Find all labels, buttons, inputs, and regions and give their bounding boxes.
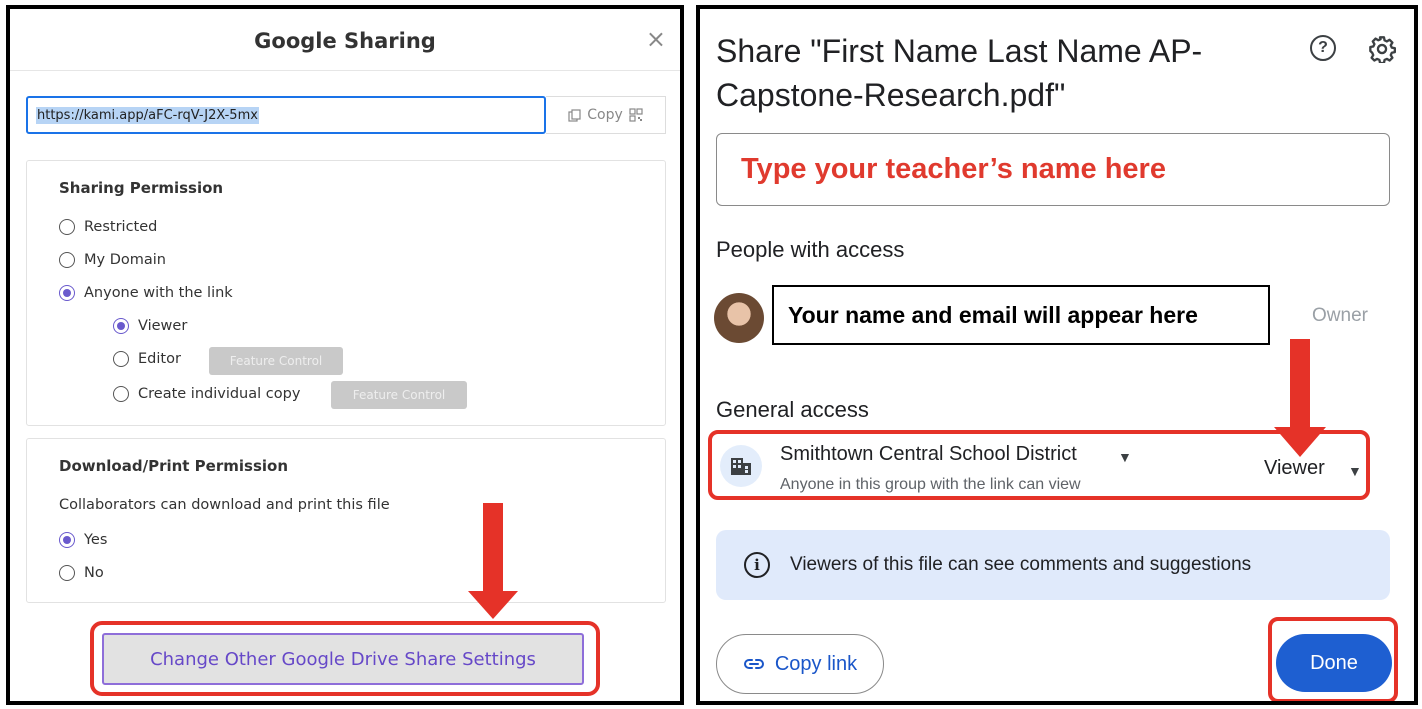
feature-control-button-copy[interactable]: Feature Control [331,381,467,409]
radio-label: Restricted [84,219,158,235]
dropdown-caret-icon[interactable]: ▼ [1118,449,1132,465]
radio-button[interactable] [59,252,75,268]
general-access-role-select[interactable]: Viewer [1264,457,1325,480]
link-icon [743,659,764,669]
radio-label: Viewer [138,318,188,334]
google-drive-share-dialog: Share "First Name Last Name AP-Capstone-… [696,5,1418,705]
radio-button-selected[interactable] [59,532,75,548]
copy-button-label: Copy [587,107,623,123]
radio-button-selected[interactable] [113,318,129,334]
dropdown-caret-icon[interactable]: ▼ [1348,463,1362,479]
radio-restricted[interactable]: Restricted [59,219,157,235]
download-permission-description: Collaborators can download and print thi… [59,497,390,513]
radio-label: Yes [84,532,108,548]
download-print-permission-section: Download/Print Permission Collaborators … [26,438,666,603]
radio-label: Create individual copy [138,386,301,402]
copy-link-label: Copy link [774,652,858,675]
sharing-permission-section: Sharing Permission Restricted My Domain … [26,160,666,426]
radio-button[interactable] [59,565,75,581]
radio-button[interactable] [113,351,129,367]
radio-button[interactable] [113,386,129,402]
share-link-input[interactable]: https://kami.app/aFC-rqV-J2X-5mx [26,96,546,134]
add-people-hint: Type your teacher’s name here [741,153,1166,185]
help-icon[interactable]: ? [1310,35,1336,61]
radio-label: No [84,565,104,581]
change-drive-share-settings-button[interactable]: Change Other Google Drive Share Settings [102,633,584,685]
avatar [714,293,764,343]
general-access-group-select[interactable]: Smithtown Central School District [780,443,1077,466]
radio-editor[interactable]: Editor [113,351,181,367]
general-access-description: Anyone in this group with the link can v… [780,476,1081,493]
info-banner: i Viewers of this file can see comments … [716,530,1390,600]
copy-link-button[interactable]: Copy link [716,634,884,694]
radio-label: Anyone with the link [84,285,233,301]
radio-button-selected[interactable] [59,285,75,301]
dialog-header: Google Sharing × [10,9,680,71]
info-icon: i [744,552,770,578]
radio-my-domain[interactable]: My Domain [59,252,166,268]
owner-name-box: Your name and email will appear here [772,285,1270,345]
share-link-row: https://kami.app/aFC-rqV-J2X-5mx Copy [26,96,666,134]
annotation-arrow-down [468,503,518,621]
radio-label: Editor [138,351,181,367]
share-dialog-title: Share "First Name Last Name AP-Capstone-… [716,33,1203,113]
radio-button[interactable] [59,219,75,235]
close-icon[interactable]: × [646,27,666,51]
qr-code-icon[interactable] [629,108,643,122]
dialog-title: Google Sharing [254,29,436,53]
owner-role-label: Owner [1312,305,1368,326]
radio-anyone-with-link[interactable]: Anyone with the link [59,285,233,301]
kami-sharing-dialog: Google Sharing × https://kami.app/aFC-rq… [6,5,684,705]
download-permission-title: Download/Print Permission [59,457,288,475]
radio-yes[interactable]: Yes [59,532,107,548]
done-button[interactable]: Done [1276,634,1392,692]
share-link-text: https://kami.app/aFC-rqV-J2X-5mx [36,106,259,124]
copy-button[interactable]: Copy [546,96,666,134]
radio-label: My Domain [84,252,166,268]
sharing-permission-title: Sharing Permission [59,179,224,197]
radio-create-individual-copy[interactable]: Create individual copy [113,386,300,402]
people-with-access-heading: People with access [716,237,905,262]
radio-viewer[interactable]: Viewer [113,318,187,334]
copy-icon [568,108,581,122]
radio-no[interactable]: No [59,565,104,581]
general-access-heading: General access [716,397,869,422]
feature-control-button-editor[interactable]: Feature Control [209,347,343,375]
gear-icon[interactable] [1368,35,1396,63]
building-icon [720,445,762,487]
info-banner-text: Viewers of this file can see comments an… [790,554,1252,575]
add-people-input[interactable]: Type your teacher’s name here [716,133,1390,206]
